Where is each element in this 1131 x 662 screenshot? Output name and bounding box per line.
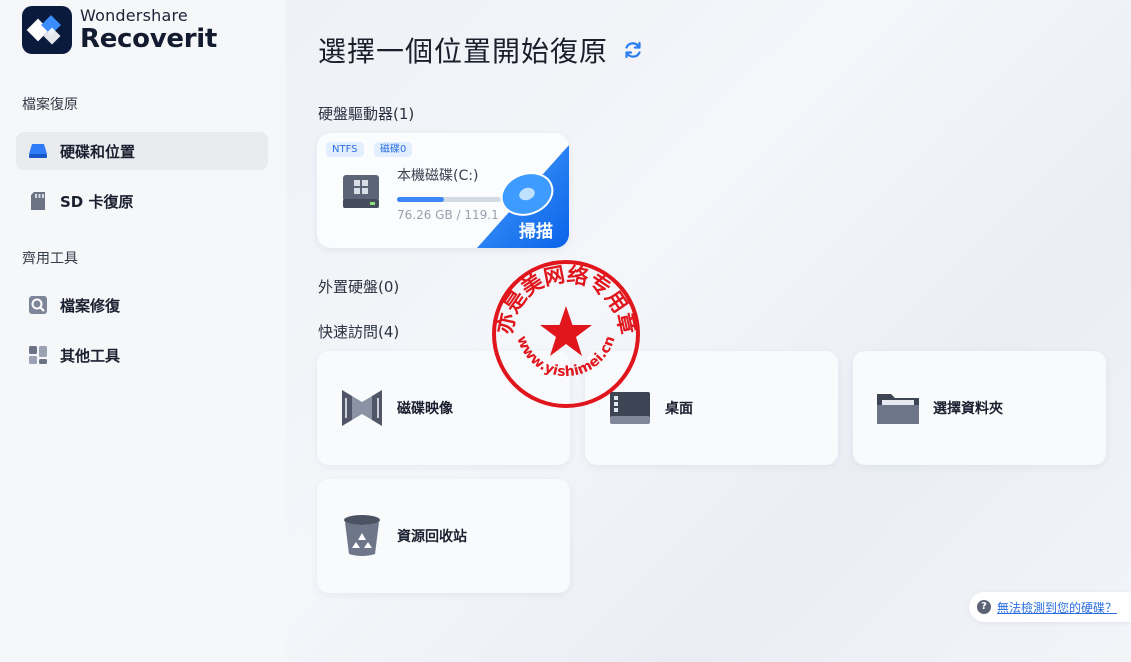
- tag-disk: 磁碟0: [374, 142, 413, 157]
- hard-drives-label: 硬盤驅動器(1): [318, 105, 415, 123]
- windows-drive-icon: [341, 173, 381, 211]
- tag-filesystem: NTFS: [326, 142, 364, 157]
- sidebar-item-label: 硬碟和位置: [60, 142, 136, 161]
- quick-access-recycle-bin[interactable]: 資源回收站: [317, 479, 570, 593]
- quick-access-desktop[interactable]: 桌面: [585, 351, 838, 465]
- tools-grid-icon: [28, 345, 48, 365]
- brand-product: Recoverit: [80, 24, 217, 54]
- brand-company: Wondershare: [80, 6, 188, 25]
- quick-access-disk-image[interactable]: 磁碟映像: [317, 351, 570, 465]
- desktop-icon: [607, 385, 653, 431]
- section-file-recovery: 檔案復原: [22, 97, 78, 113]
- scan-disc-icon: [500, 172, 554, 216]
- drive-icon: [28, 141, 48, 161]
- drive-name: 本機磁碟(C:): [397, 168, 479, 184]
- refresh-icon: [625, 41, 641, 59]
- quick-access-label: 磁碟映像: [397, 401, 453, 417]
- drive-usage-fill: [397, 197, 444, 202]
- file-repair-icon: [28, 295, 48, 315]
- drive-card-c[interactable]: NTFS 磁碟0 本機磁碟(C:) 76.26 GB / 119.1 掃描: [317, 133, 569, 248]
- quick-access-label: 快速訪問(4): [318, 323, 400, 341]
- folder-icon: [875, 385, 921, 431]
- sidebar: Wondershare Recoverit 檔案復原 硬碟和位置 SD 卡復原 …: [0, 0, 286, 662]
- sidebar-item-label: 檔案修復: [60, 296, 121, 315]
- title-row: 選擇一個位置開始復原: [318, 30, 644, 70]
- quick-access-label: 桌面: [665, 401, 693, 417]
- quick-access-label: 選擇資料夾: [933, 401, 1003, 417]
- sidebar-item-drives-locations[interactable]: 硬碟和位置: [16, 132, 268, 170]
- page-title: 選擇一個位置開始復原: [318, 35, 609, 68]
- quick-access-label: 資源回收站: [397, 529, 467, 545]
- sd-card-icon: [28, 191, 48, 211]
- help-pill: ? 無法檢測到您的硬碟？: [969, 592, 1131, 622]
- section-tools: 齊用工具: [22, 251, 78, 267]
- scan-button[interactable]: 掃描: [519, 217, 553, 242]
- recoverit-logo-icon: [22, 6, 72, 54]
- drive-size: 76.26 GB / 119.1: [397, 208, 499, 222]
- recycle-bin-icon: [339, 513, 385, 559]
- refresh-button[interactable]: [622, 39, 644, 61]
- quick-access-select-folder[interactable]: 選擇資料夾: [853, 351, 1106, 465]
- drive-usage-bar: [397, 197, 501, 202]
- sidebar-item-other-tools[interactable]: 其他工具: [16, 336, 268, 374]
- brand: Wondershare Recoverit: [22, 6, 217, 54]
- sidebar-item-label: SD 卡復原: [60, 192, 134, 211]
- question-icon: ?: [977, 600, 991, 614]
- sidebar-item-file-repair[interactable]: 檔案修復: [16, 286, 268, 324]
- sidebar-item-label: 其他工具: [60, 346, 121, 365]
- external-drives-label: 外置硬盤(0): [318, 278, 400, 296]
- cannot-detect-drive-link[interactable]: 無法檢測到您的硬碟？: [997, 599, 1117, 616]
- disk-image-icon: [339, 385, 385, 431]
- sidebar-item-sd-card[interactable]: SD 卡復原: [16, 182, 268, 220]
